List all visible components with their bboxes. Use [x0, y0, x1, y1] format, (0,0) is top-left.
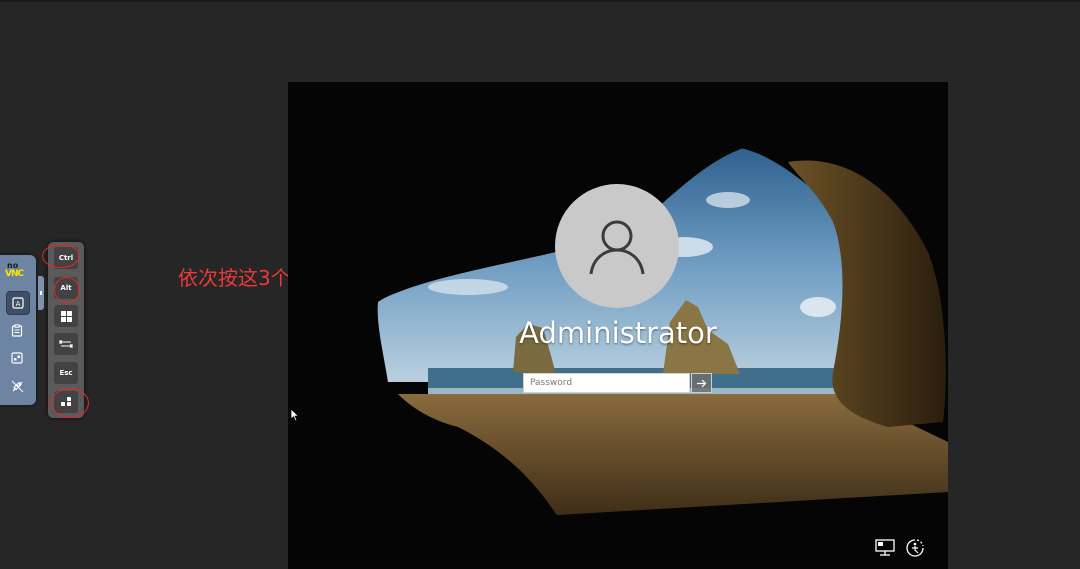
ease-of-access-button[interactable]	[905, 538, 927, 558]
ctrl-alt-del-icon	[61, 397, 71, 406]
disconnect-icon	[11, 380, 23, 392]
tab-key-icon	[59, 340, 73, 348]
extra-keys-button[interactable]	[6, 347, 28, 369]
network-icon	[875, 539, 895, 556]
windows-key[interactable]	[54, 305, 78, 327]
novnc-logo: no VNC	[5, 261, 31, 279]
arrow-right-icon	[697, 379, 707, 387]
novnc-logo-bottom: VNC	[5, 269, 24, 279]
username-label: Administrator	[519, 316, 717, 350]
tab-key[interactable]	[54, 333, 78, 355]
password-input[interactable]	[523, 373, 690, 393]
alt-key[interactable]: Alt	[54, 277, 78, 299]
ctrl-key[interactable]: Ctrl	[54, 247, 78, 269]
ease-of-access-icon	[906, 539, 924, 557]
submit-button[interactable]	[691, 373, 712, 393]
network-button[interactable]	[875, 538, 897, 558]
mouse-cursor-icon	[290, 408, 300, 422]
keyboard-icon: A	[12, 297, 24, 309]
clipboard-button[interactable]	[6, 319, 28, 341]
svg-text:A: A	[16, 300, 21, 308]
keyboard-button[interactable]: A	[6, 291, 30, 315]
novnc-control-bar: no VNC A	[0, 255, 36, 405]
extra-keys-panel: Ctrl Alt Esc	[48, 242, 84, 418]
top-bar	[0, 0, 1080, 2]
extra-keys-icon	[11, 352, 23, 364]
remote-screen[interactable]: Administrator	[288, 82, 948, 569]
esc-key[interactable]: Esc	[54, 362, 78, 384]
windows-key-icon	[60, 310, 72, 322]
user-icon	[589, 220, 645, 275]
ctrl-alt-del-key[interactable]	[54, 391, 78, 413]
handle-grip	[40, 291, 42, 295]
disconnect-button[interactable]	[6, 375, 28, 397]
clipboard-icon	[11, 323, 23, 337]
user-avatar	[555, 184, 679, 308]
